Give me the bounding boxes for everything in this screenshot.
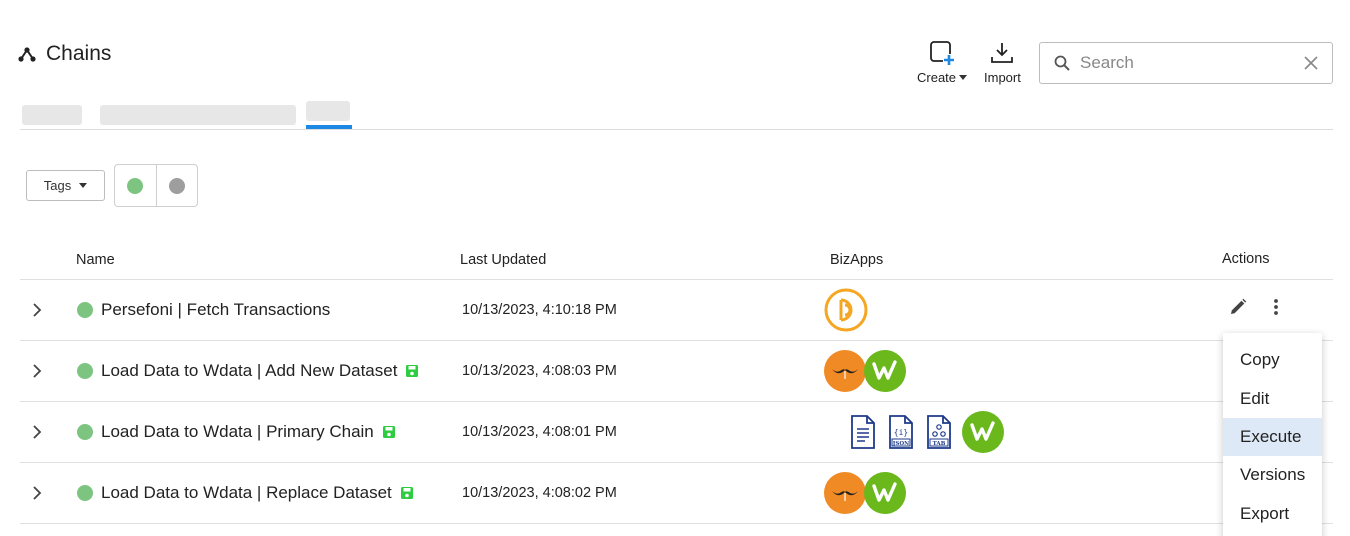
json-file-icon: {i} JSON [889, 415, 913, 449]
saved-icon [400, 487, 413, 499]
tab-bar [20, 100, 1333, 130]
last-updated: 10/13/2023, 4:08:02 PM [462, 485, 617, 501]
saved-icon [382, 426, 395, 438]
wdata-logo-icon [864, 472, 906, 514]
page-header: Chains [18, 42, 111, 66]
menu-item-copy[interactable]: Copy [1223, 341, 1322, 379]
chain-hub-icon [18, 47, 36, 62]
table-row[interactable]: Load Data to Wdata | Replace Dataset 10/… [20, 463, 1333, 524]
chain-name[interactable]: Persefoni | Fetch Transactions [101, 300, 330, 320]
column-header-bizapps: BizApps [830, 252, 884, 268]
bizapps-list [824, 472, 906, 514]
saved-icon [406, 365, 419, 377]
import-icon [991, 43, 1014, 63]
persefoni-logo-icon [824, 288, 868, 332]
row-actions [1229, 298, 1279, 316]
edit-pencil-icon[interactable] [1229, 298, 1247, 316]
tab-2[interactable] [100, 105, 296, 125]
status-filter-toggle [114, 164, 198, 207]
expand-chevron-icon[interactable] [32, 302, 42, 318]
svg-text:JSON: JSON [892, 441, 909, 447]
menu-item-execute[interactable]: Execute [1223, 417, 1322, 457]
expand-chevron-icon[interactable] [32, 485, 42, 501]
bizapps-list [824, 350, 906, 392]
inactive-status-dot [168, 177, 185, 194]
column-header-actions: Actions [1222, 251, 1270, 267]
caret-down-icon [79, 183, 88, 188]
last-updated: 10/13/2023, 4:08:01 PM [462, 424, 617, 440]
table-row[interactable]: Load Data to Wdata | Primary Chain 10/13… [20, 402, 1333, 463]
tags-filter-dropdown[interactable]: Tags [26, 170, 105, 201]
status-active-dot [77, 424, 93, 440]
active-status-dot [127, 177, 144, 194]
status-active-dot [77, 302, 93, 318]
create-icon [930, 41, 956, 66]
clear-search-icon[interactable] [1304, 56, 1318, 70]
wdata-logo-icon [962, 411, 1004, 453]
bizapps-list: {i} JSON TAB [848, 411, 1004, 453]
active-tab-indicator [306, 125, 352, 129]
chain-name[interactable]: Load Data to Wdata | Replace Dataset [101, 483, 392, 503]
table-row[interactable]: Load Data to Wdata | Add New Dataset 10/… [20, 341, 1333, 402]
column-header-last-updated[interactable]: Last Updated [460, 252, 546, 268]
tags-label: Tags [43, 178, 72, 193]
menu-item-export[interactable]: Export [1223, 495, 1322, 533]
chain-name[interactable]: Load Data to Wdata | Primary Chain [101, 422, 374, 442]
bizapps-list [824, 288, 868, 332]
caret-down-icon [959, 75, 968, 80]
page-title: Chains [46, 42, 112, 65]
tab-1[interactable] [22, 105, 82, 125]
last-updated: 10/13/2023, 4:08:03 PM [462, 363, 617, 379]
create-label: Create [917, 70, 957, 85]
tab-3-active[interactable] [306, 101, 350, 121]
menu-item-versions[interactable]: Versions [1223, 456, 1322, 494]
svg-text:{i}: {i} [894, 428, 908, 437]
expand-chevron-icon[interactable] [32, 424, 42, 440]
column-header-name[interactable]: Name [76, 252, 115, 268]
more-options-icon[interactable] [1273, 298, 1279, 316]
active-status-filter[interactable] [115, 165, 156, 206]
expand-chevron-icon[interactable] [32, 363, 42, 379]
chain-name[interactable]: Load Data to Wdata | Add New Dataset [101, 361, 397, 381]
tab-file-icon: TAB [927, 415, 951, 449]
search-icon [1054, 55, 1070, 71]
table-row[interactable]: Persefoni | Fetch Transactions 10/13/202… [20, 280, 1333, 341]
import-label: Import [984, 70, 1021, 85]
import-button[interactable]: Import [984, 40, 1021, 85]
wdata-logo-icon [864, 350, 906, 392]
mustache-logo-icon [824, 472, 866, 514]
status-active-dot [77, 485, 93, 501]
status-active-dot [77, 363, 93, 379]
inactive-status-filter[interactable] [155, 165, 198, 206]
search-box [1039, 42, 1333, 84]
search-input[interactable] [1080, 53, 1304, 73]
text-file-icon [851, 415, 875, 449]
mustache-logo-icon [824, 350, 866, 392]
row-actions-menu: Copy Edit Execute Versions Export [1223, 333, 1322, 536]
svg-text:TAB: TAB [933, 441, 946, 447]
create-button[interactable]: Create [917, 40, 968, 85]
last-updated: 10/13/2023, 4:10:18 PM [462, 302, 617, 318]
menu-item-edit[interactable]: Edit [1223, 379, 1322, 417]
